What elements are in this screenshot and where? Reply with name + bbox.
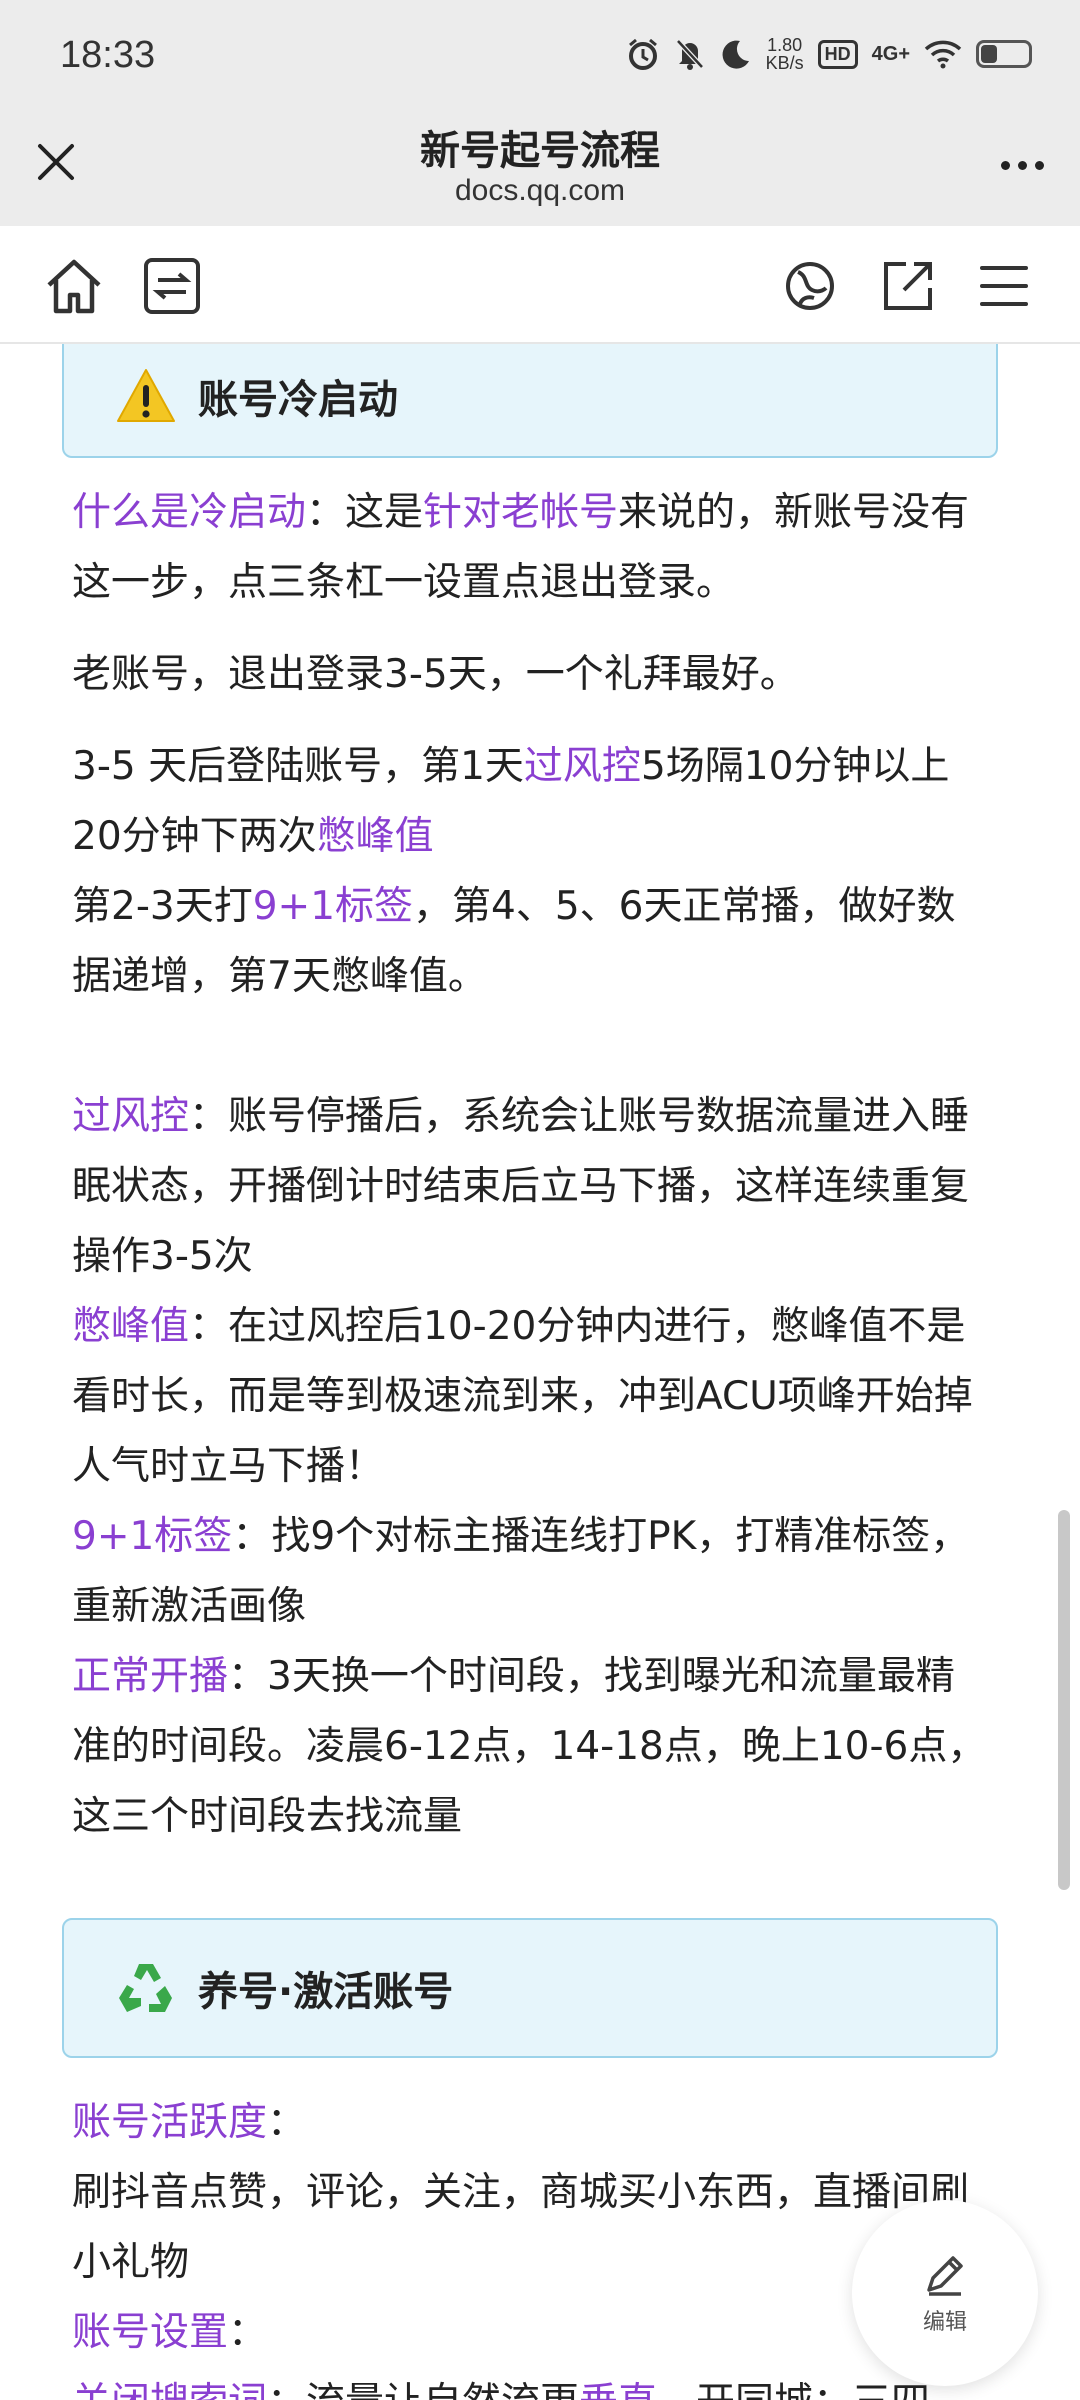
warning-icon <box>114 364 178 428</box>
section-title: 账号冷启动 <box>198 377 398 423</box>
paragraph: 账号活跃度： <box>72 2100 307 2145</box>
contrast-icon <box>786 262 834 310</box>
battery-icon <box>976 40 1032 68</box>
switch-doc-icon <box>144 258 200 314</box>
document-content: 账号冷启动 什么是冷启动：这是针对老帐号来说的，新账号没有这一步，点三条杠一设置… <box>0 344 1080 2400</box>
callout-account-activation: 养号·激活账号 <box>62 1918 998 2058</box>
share-button[interactable] <box>876 254 940 318</box>
paragraph: 什么是冷启动：这是针对老帐号来说的，新账号没有这一步，点三条杠一设置点退出登录。 <box>72 490 970 605</box>
theme-button[interactable] <box>778 254 842 318</box>
hd-badge: HD <box>817 39 858 69</box>
edit-label: 编辑 <box>922 2310 967 2335</box>
status-time: 18:33 <box>60 34 156 76</box>
bell-muted-icon <box>675 39 704 70</box>
toolbar <box>0 226 1080 344</box>
callout-cold-start: 账号冷启动 <box>62 344 998 458</box>
paragraph: 9+1标签：找9个对标主播连线打PK，打精准标签，重新激活画像 <box>72 1514 970 1629</box>
network-speed: 1.80 KB/s <box>765 35 804 73</box>
page-title: 新号起号流程 <box>420 128 660 174</box>
more-button[interactable] <box>990 140 1054 190</box>
share-icon <box>884 262 932 310</box>
paragraph: 老账号，退出登录3-5天，一个礼拜最好。 <box>72 652 799 697</box>
paragraph: 过风控：账号停播后，系统会让账号数据流量进入睡眠状态，开播倒计时结束后立马下播，… <box>72 1094 970 1279</box>
paragraph: 正常开播：3天换一个时间段，找到曝光和流量最精准的时间段。凌晨6-12点，14-… <box>72 1654 987 1839</box>
paragraph: 3-5 天后登陆账号，第1天过风控5场隔10分钟以上20分钟下两次憋峰值 <box>72 744 950 859</box>
wifi-icon <box>924 40 962 69</box>
status-icons: 1.80 KB/s HD 4G+ <box>626 36 1032 72</box>
menu-button[interactable] <box>972 254 1036 318</box>
section-title: 养号·激活账号 <box>198 1969 454 2015</box>
recycle-icon <box>114 1956 178 2020</box>
menu-icon <box>980 266 1028 306</box>
paragraph: 关闭搜索词：流量让自然流更垂直，开同城：三四 <box>72 2368 992 2400</box>
alarm-icon <box>628 38 657 70</box>
moon-icon <box>722 40 749 69</box>
page-url: docs.qq.com <box>454 174 626 207</box>
home-icon <box>47 259 101 314</box>
title-bar: 新号起号流程 docs.qq.com <box>0 118 1080 226</box>
paragraph: 憋峰值：在过风控后10-20分钟内进行，憋峰值不是看时长，而是等到极速流到来，冲… <box>72 1304 973 1489</box>
scrollbar[interactable] <box>1058 1510 1070 1890</box>
pencil-icon <box>927 2256 963 2296</box>
home-button[interactable] <box>42 254 106 318</box>
paragraph: 第2-3天打9+1标签，第4、5、6天正常播，做好数据递增，第7天憋峰值。 <box>72 884 956 999</box>
status-bar: 18:33 1.80 KB/s HD 4G+ <box>0 0 1080 118</box>
edit-button[interactable]: 编辑 <box>852 2200 1038 2386</box>
network-type: 4G+ <box>871 42 910 65</box>
switch-doc-button[interactable] <box>140 254 204 318</box>
